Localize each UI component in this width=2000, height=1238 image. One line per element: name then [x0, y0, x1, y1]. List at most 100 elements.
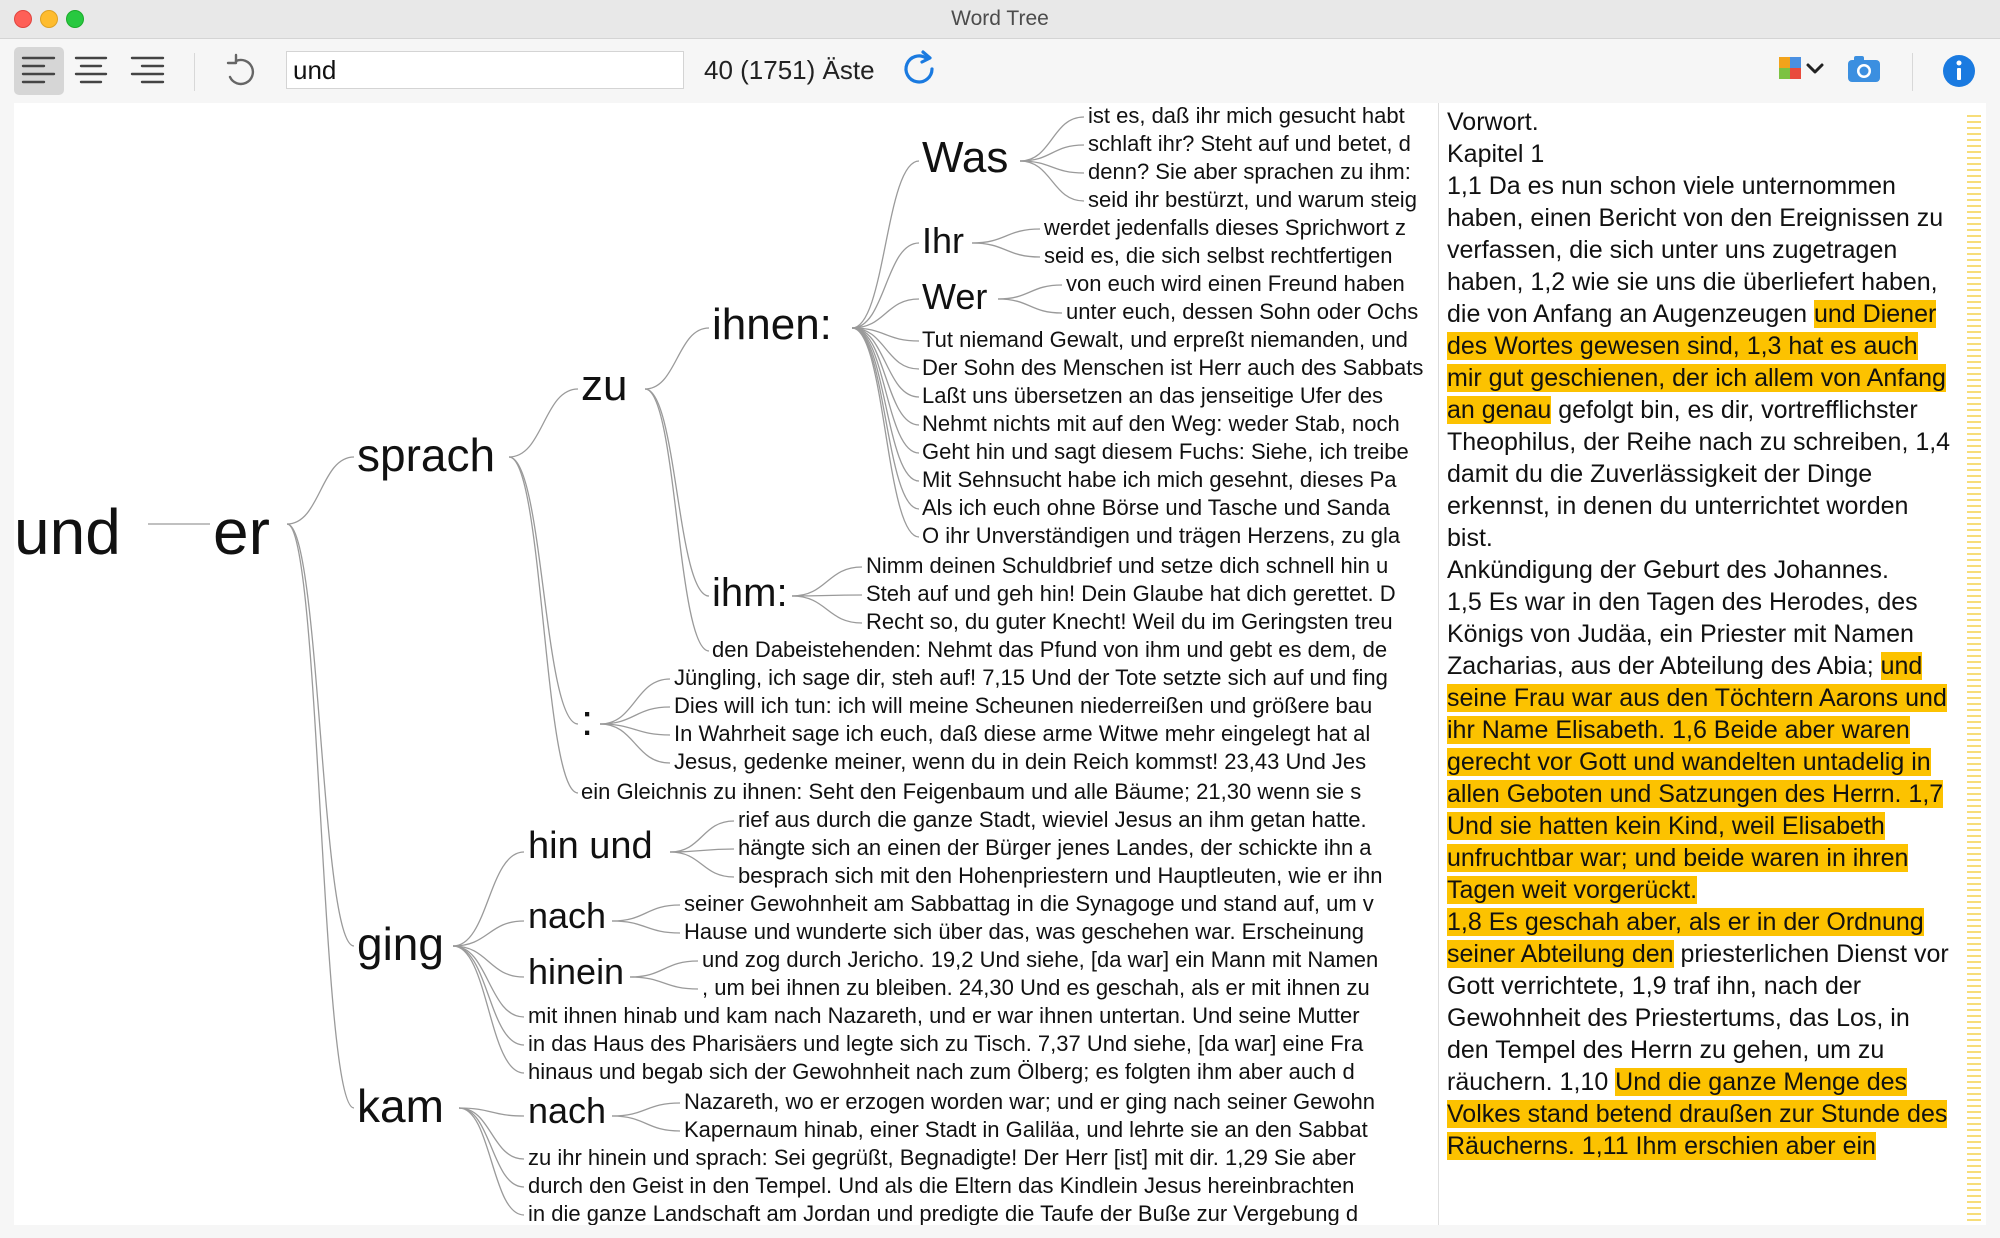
- tree-connector: [791, 595, 863, 624]
- tree-node-ihnen[interactable]: ihnen:: [712, 303, 832, 347]
- screenshot-button[interactable]: [1840, 47, 1890, 95]
- tree-connector: [851, 327, 920, 510]
- tree-node-hinein[interactable]: hinein: [528, 954, 624, 990]
- tree-leaf[interactable]: seid ihr bestürzt, und warum steig: [1088, 189, 1417, 211]
- tree-connector: [644, 388, 710, 597]
- tree-leaf[interactable]: Der Sohn des Menschen ist Herr auch des …: [922, 357, 1423, 379]
- align-right-button[interactable]: [122, 47, 172, 95]
- tree-node-nach[interactable]: nach: [528, 1093, 606, 1129]
- tree-connector: [851, 327, 920, 426]
- tree-leaf[interactable]: Als ich euch ohne Börse und Tasche und S…: [922, 497, 1390, 519]
- tree-node-ging[interactable]: ging: [357, 921, 444, 967]
- tree-leaf[interactable]: schlaft ihr? Steht auf und betet, d: [1088, 133, 1411, 155]
- tree-root-word[interactable]: und: [14, 500, 121, 564]
- reader-text: Vorwort. Kapitel 1 1,1 Da es nun schon vie…: [1447, 106, 1953, 1162]
- tree-node-nach[interactable]: nach: [528, 898, 606, 934]
- tree-node-sprach[interactable]: sprach: [357, 432, 495, 478]
- tree-leaf[interactable]: Hause und wunderte sich über das, was ge…: [684, 921, 1364, 943]
- highlighted-match: und seine Frau war aus den Töchtern Aaro…: [1447, 652, 1947, 904]
- tree-connector: [644, 388, 710, 652]
- tree-connector: [1019, 116, 1085, 162]
- plugin-menu-button[interactable]: [1774, 47, 1830, 95]
- info-button[interactable]: [1934, 47, 1984, 95]
- align-left-icon: [21, 56, 56, 84]
- refresh-button[interactable]: [896, 47, 946, 95]
- tree-connector: [851, 327, 920, 398]
- tree-leaf[interactable]: seid es, die sich selbst rechtfertigen: [1044, 245, 1393, 267]
- undo-icon: [226, 53, 255, 86]
- search-input[interactable]: [286, 51, 684, 89]
- tree-leaf[interactable]: Recht so, du guter Knecht! Weil du im Ge…: [866, 611, 1393, 633]
- tree-leaf[interactable]: O ihr Unverständigen und trägen Herzens,…: [922, 525, 1400, 547]
- tree-node-wer[interactable]: Wer: [922, 279, 987, 315]
- tree-node-zu[interactable]: zu: [581, 364, 627, 408]
- tree-connector: [997, 298, 1063, 314]
- tree-node-er[interactable]: er: [213, 500, 270, 564]
- tree-leaf[interactable]: in die ganze Landschaft am Jordan und pr…: [528, 1203, 1358, 1225]
- tree-leaf[interactable]: In Wahrheit sage ich euch, daß diese arm…: [674, 723, 1370, 745]
- text-reader-pane[interactable]: Vorwort. Kapitel 1 1,1 Da es nun schon vie…: [1438, 103, 1987, 1225]
- tree-leaf[interactable]: den Dabeistehenden: Nehmt das Pfund von …: [712, 639, 1387, 661]
- window-title: Word Tree: [951, 7, 1049, 30]
- tree-leaf[interactable]: rief aus durch die ganze Stadt, wieviel …: [738, 809, 1367, 831]
- tree-leaf[interactable]: werdet jedenfalls dieses Sprichwort z: [1044, 217, 1406, 239]
- tree-node-ihm[interactable]: ihm:: [712, 573, 788, 613]
- tree-leaf[interactable]: , um bei ihnen zu bleiben. 24,30 Und es …: [702, 977, 1370, 999]
- align-left-button[interactable]: [14, 47, 64, 95]
- tree-connector: [851, 160, 920, 329]
- tree-leaf[interactable]: Geht hin und sagt diesem Fuchs: Siehe, i…: [922, 441, 1409, 463]
- info-icon: [1943, 55, 1975, 87]
- tree-node-ihr[interactable]: Ihr: [922, 223, 964, 259]
- tree-connector: [452, 945, 525, 1074]
- tree-leaf[interactable]: Nimm deinen Schuldbrief und setze dich s…: [866, 555, 1388, 577]
- tree-connector: [644, 327, 710, 390]
- tree-leaf[interactable]: Kapernaum hinab, einer Stadt in Galiläa,…: [684, 1119, 1368, 1141]
- tree-node-hin-und[interactable]: hin und: [528, 827, 653, 865]
- tree-leaf[interactable]: ist es, daß ihr mich gesucht habt: [1088, 105, 1405, 127]
- tree-leaf[interactable]: besprach sich mit den Hohenpriestern und…: [738, 865, 1383, 887]
- tree-leaf[interactable]: zu ihr hinein und sprach: Sei gegrüßt, B…: [528, 1147, 1356, 1169]
- tree-connector: [971, 242, 1041, 258]
- tree-node-kam[interactable]: kam: [357, 1083, 444, 1129]
- tree-connector: [611, 920, 681, 934]
- tree-leaf[interactable]: Nehmt nichts mit auf den Weg: weder Stab…: [922, 413, 1400, 435]
- tree-leaf[interactable]: mit ihnen hinab und kam nach Nazareth, u…: [528, 1005, 1360, 1027]
- toolbar-separator: [1912, 53, 1913, 91]
- tree-leaf[interactable]: unter euch, dessen Sohn oder Ochs: [1066, 301, 1418, 323]
- tree-leaf[interactable]: hängte sich an einen der Bürger jenes La…: [738, 837, 1372, 859]
- tree-leaf[interactable]: denn? Sie aber sprachen zu ihm:: [1088, 161, 1411, 183]
- tree-connector: [452, 851, 525, 947]
- tree-leaf[interactable]: von euch wird einen Freund haben: [1066, 273, 1405, 295]
- match-overview-scrollbar[interactable]: [1967, 115, 1981, 1223]
- tree-leaf[interactable]: durch den Geist in den Tempel. Und als d…: [528, 1175, 1354, 1197]
- tree-node-was[interactable]: Was: [922, 136, 1008, 180]
- tree-connector: [611, 1115, 681, 1132]
- tree-leaf[interactable]: ein Gleichnis zu ihnen: Seht den Feigenb…: [581, 781, 1361, 803]
- tree-leaf[interactable]: Laßt uns übersetzen an das jenseitige Uf…: [922, 385, 1383, 407]
- tree-connector: [997, 284, 1063, 300]
- tree-connector: [851, 242, 920, 329]
- tree-connector: [452, 945, 525, 1018]
- reader-segment: Kapitel 1: [1447, 140, 1545, 168]
- tree-leaf[interactable]: Nazareth, wo er erzogen worden war; und …: [684, 1091, 1375, 1113]
- tree-connector: [669, 851, 735, 878]
- align-center-button[interactable]: [66, 47, 116, 95]
- tree-leaf[interactable]: und zog durch Jericho. 19,2 Und siehe, […: [702, 949, 1378, 971]
- word-tree: und er sprach ging kam zu : ihnen: ihm: …: [14, 103, 1438, 1225]
- tree-leaf[interactable]: Dies will ich tun: ich will meine Scheun…: [674, 695, 1372, 717]
- tree-leaf[interactable]: Steh auf und geh hin! Dein Glaube hat di…: [866, 583, 1396, 605]
- tree-node-colon[interactable]: :: [581, 699, 593, 743]
- tree-leaf[interactable]: in das Haus des Pharisäers und legte sic…: [528, 1033, 1363, 1055]
- tree-leaf[interactable]: seiner Gewohnheit am Sabbattag in die Sy…: [684, 893, 1374, 915]
- reader-segment: Ankündigung der Geburt des Johannes.: [1447, 556, 1889, 584]
- tree-leaf[interactable]: Jesus, gedenke meiner, wenn du in dein R…: [674, 751, 1366, 773]
- tree-leaf[interactable]: hinaus und begab sich der Gewohnheit nac…: [528, 1061, 1355, 1083]
- tree-connector: [458, 1107, 525, 1188]
- tree-leaf[interactable]: Mit Sehnsucht habe ich mich gesehnt, die…: [922, 469, 1397, 491]
- tree-leaf[interactable]: Tut niemand Gewalt, und erpreßt niemande…: [922, 329, 1408, 351]
- main-content: und er sprach ging kam zu : ihnen: ihm: …: [14, 103, 1986, 1225]
- undo-button[interactable]: [216, 47, 266, 95]
- tree-leaf[interactable]: Jüngling, ich sage dir, steh auf! 7,15 U…: [674, 667, 1388, 689]
- plugin-icon: [1779, 57, 1824, 79]
- camera-icon: [1848, 56, 1880, 82]
